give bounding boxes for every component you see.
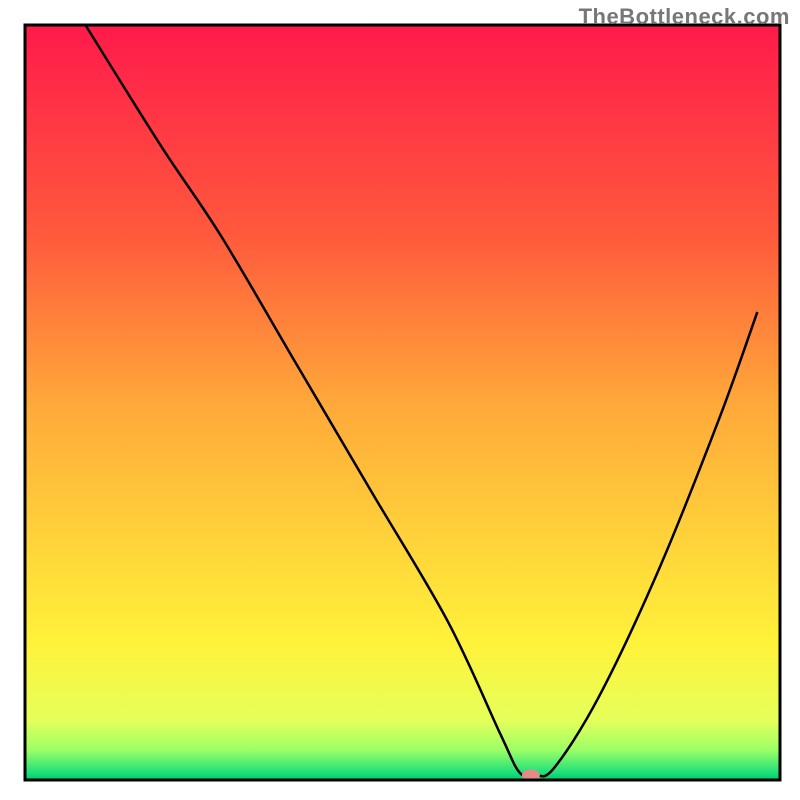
watermark-text: TheBottleneck.com <box>579 4 790 30</box>
gradient-fill <box>25 25 780 780</box>
chart-stage: TheBottleneck.com <box>0 0 800 800</box>
bottleneck-chart <box>0 0 800 800</box>
